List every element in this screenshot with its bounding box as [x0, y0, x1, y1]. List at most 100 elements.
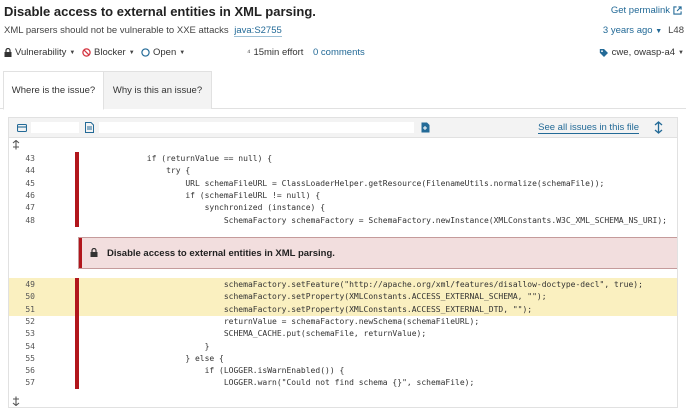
permalink-label: Get permalink [610, 5, 670, 16]
see-all-issues-link[interactable]: See all issues in this file [538, 122, 639, 134]
file-icon [85, 122, 94, 133]
issue-tabs: Where is the issue? Why is this an issue… [0, 71, 686, 110]
code-line: 45 URL schemaFileURL = ClassLoaderHelper… [9, 176, 677, 190]
status-dropdown[interactable]: Open ▼ [141, 47, 185, 58]
code-text: try { [89, 166, 191, 176]
code-text: schemaFactory.setFeature("http://apache.… [89, 280, 643, 289]
lock-icon [4, 48, 12, 57]
permalink-link[interactable]: Get permalink [611, 5, 682, 16]
rule-key-link[interactable]: java:S2755 [234, 25, 282, 37]
chevron-down-icon: ▼ [69, 49, 76, 56]
rule-description: XML parsers should not be vulnerable to … [4, 25, 229, 36]
tags-dropdown[interactable]: cwe, owasp-a4 ▼ [599, 47, 684, 58]
code-viewer: See all issues in this file 43 if (retur… [8, 117, 678, 408]
issue-age-label: 3 years ago [602, 25, 653, 36]
line-number[interactable]: 45 [9, 177, 35, 190]
line-number[interactable]: 44 [9, 164, 35, 177]
chevron-down-icon: ▼ [128, 49, 135, 56]
external-link-icon [673, 6, 682, 15]
project-icon [17, 123, 27, 133]
code-text: URL schemaFileURL = ClassLoaderHelper.ge… [89, 178, 605, 188]
code-line: 47 synchronized (instance) { [9, 201, 677, 215]
line-number[interactable]: 48 [9, 214, 35, 227]
code-line: 43 if (returnValue == null) { [9, 152, 677, 165]
line-number[interactable]: 46 [9, 189, 35, 202]
tag-icon [599, 48, 608, 57]
issue-age-row: 3 years ago ▼ L48 [603, 25, 684, 36]
issue-line-marker [75, 364, 79, 378]
line-number[interactable]: 57 [9, 376, 35, 389]
type-dropdown[interactable]: Vulnerability ▼ [4, 47, 75, 58]
issue-meta-bar: Vulnerability ▼ Blocker ▼ Open ▼ ⁴ 15min… [4, 47, 684, 61]
code-line: 54 } [9, 339, 677, 353]
code-line: 44 try { [9, 164, 677, 178]
code-viewer-header: See all issues in this file [9, 118, 677, 138]
blocker-icon [82, 48, 91, 57]
code-text: schemaFactory.setProperty(XMLConstants.A… [89, 292, 547, 302]
issue-line-marker [75, 290, 79, 304]
issue-message: Disable access to external entities in X… [107, 247, 335, 259]
code-text: synchronized (instance) { [89, 203, 326, 213]
code-line: 46 if (schemaFileURL != null) { [9, 188, 677, 202]
chevron-down-icon: ▼ [655, 28, 663, 35]
tab-where-is-the-issue[interactable]: Where is the issue? [3, 71, 104, 110]
line-number[interactable]: 56 [9, 364, 35, 377]
issue-line-marker [75, 302, 79, 316]
expand-icon[interactable] [654, 121, 663, 134]
issue-line-marker [75, 152, 79, 165]
issue-line-marker [75, 176, 79, 190]
project-name-field [31, 122, 79, 133]
expand-down-icon[interactable] [12, 396, 20, 406]
code-line: 52 returnValue = schemaFactory.newSchema… [9, 314, 677, 328]
line-number[interactable]: 49 [9, 278, 35, 291]
tab-why-is-this-an-issue[interactable]: Why is this an issue? [104, 71, 212, 109]
chevron-down-icon: ▼ [678, 49, 684, 56]
line-number[interactable]: 50 [9, 290, 35, 303]
line-number[interactable]: 55 [9, 352, 35, 365]
issue-line-marker [75, 351, 79, 365]
line-number[interactable]: 52 [9, 315, 35, 328]
line-number[interactable]: 53 [9, 327, 35, 340]
issue-line-marker [75, 327, 79, 341]
code-line: 55 } else { [9, 351, 677, 365]
severity-dropdown[interactable]: Blocker ▼ [82, 47, 135, 58]
code-line: 57 LOGGER.warn("Could not find schema {}… [9, 376, 677, 390]
issue-age-dropdown[interactable]: 3 years ago ▼ [603, 25, 662, 36]
issue-line: L48 [668, 25, 684, 36]
code-line: 53 SCHEMA_CACHE.put(schemaFile, returnVa… [9, 327, 677, 341]
code-text: returnValue = schemaFactory.newSchema(sc… [89, 316, 480, 326]
line-number[interactable]: 54 [9, 340, 35, 353]
open-file-icon[interactable] [421, 122, 430, 133]
open-status-icon [141, 48, 150, 57]
issue-line-marker [75, 213, 79, 227]
code-text: if (LOGGER.isWarnEnabled()) { [89, 366, 345, 376]
line-number[interactable]: 43 [9, 152, 35, 165]
code-text: } else { [89, 353, 224, 363]
status-label: Open [153, 47, 177, 58]
code-line: 48 SchemaFactory schemaFactory = SchemaF… [9, 213, 677, 227]
code-line: 49 schemaFactory.setFeature("http://apac… [9, 278, 677, 291]
code-text: LOGGER.warn("Could not find schema {}", … [89, 378, 475, 388]
chevron-down-icon: ▼ [179, 49, 186, 56]
code-text: } [89, 341, 210, 351]
code-text: if (schemaFileURL != null) { [89, 190, 321, 200]
issue-line-marker [75, 278, 79, 291]
code-text: SCHEMA_CACHE.put(schemaFile, returnValue… [89, 329, 427, 339]
code-text: if (returnValue == null) { [89, 154, 273, 163]
code-line: 50 schemaFactory.setProperty(XMLConstant… [9, 290, 677, 304]
effort-icon: ⁴ [247, 48, 251, 57]
issue-marker-bar [79, 238, 82, 268]
issue-line-marker [75, 188, 79, 202]
line-number[interactable]: 47 [9, 201, 35, 214]
line-number[interactable]: 51 [9, 303, 35, 316]
expand-up-icon[interactable] [12, 140, 20, 150]
issue-line-marker [75, 376, 79, 390]
issue-line-marker [75, 201, 79, 215]
tags-label: cwe, owasp-a4 [611, 47, 676, 58]
lock-icon [90, 248, 98, 257]
comments-link[interactable]: 0 comments [313, 47, 365, 58]
issue-location-box[interactable]: Disable access to external entities in X… [78, 237, 677, 269]
issue-line-marker [75, 164, 79, 178]
issue-line-marker [75, 314, 79, 328]
code-text: SchemaFactory schemaFactory = SchemaFact… [89, 215, 667, 225]
